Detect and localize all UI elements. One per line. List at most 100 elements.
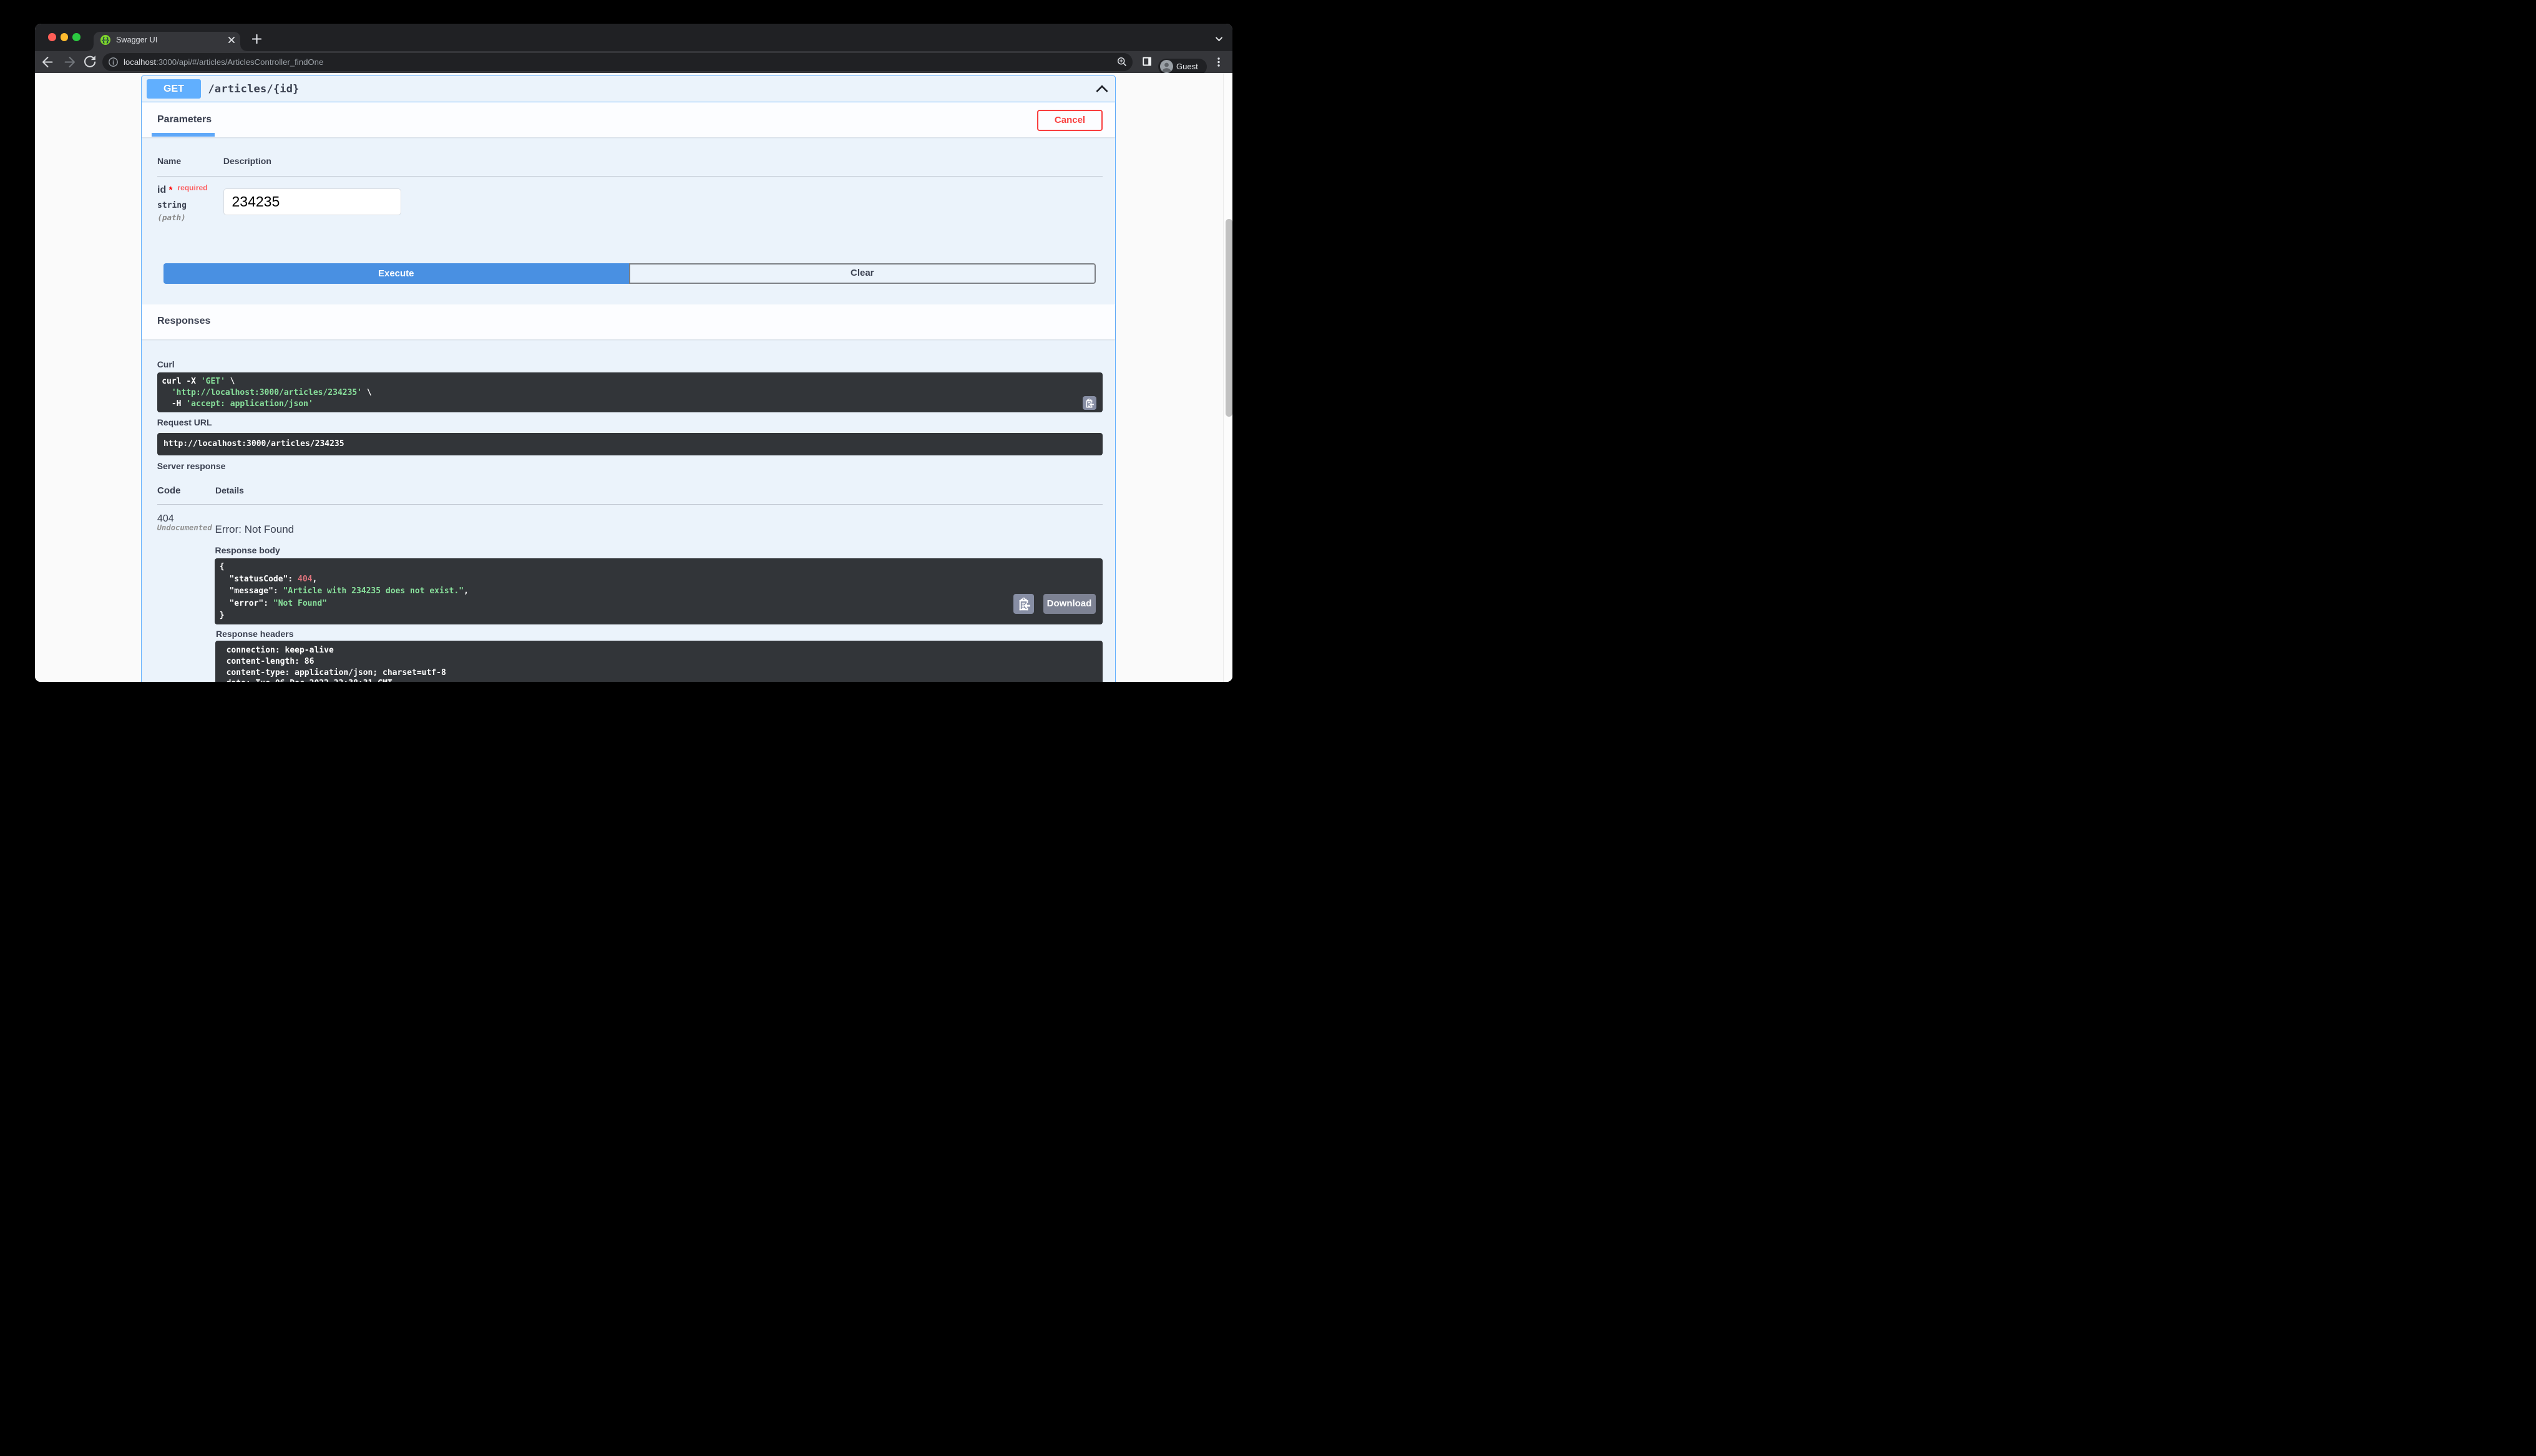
site-info-icon[interactable]: [109, 57, 118, 67]
code-segment-string: "Not Found": [273, 598, 327, 608]
responses-header: Responses: [142, 304, 1115, 339]
method-badge: GET: [147, 79, 201, 99]
response-undocumented: Undocumented: [157, 523, 212, 532]
param-type: string: [157, 200, 187, 210]
table-divider: [157, 176, 1103, 177]
guest-avatar-icon: [1159, 60, 1173, 73]
swagger-favicon-icon: { }: [100, 34, 110, 45]
svg-text:{: {: [102, 37, 105, 44]
code-segment: \: [362, 388, 372, 398]
url-text[interactable]: localhost:3000/api/#/articles/ArticlesCo…: [124, 57, 323, 67]
back-icon[interactable]: [39, 51, 56, 73]
browser-toolbar: localhost:3000/api/#/articles/ArticlesCo…: [35, 51, 1232, 75]
download-button[interactable]: Download: [1043, 594, 1096, 614]
copy-response-button[interactable]: [1013, 594, 1034, 614]
code-segment-number: 404: [298, 574, 313, 584]
copy-curl-button[interactable]: [1082, 396, 1096, 410]
code-line: date: Tue,06 Dec 2022 22:38:31 GMT: [227, 678, 1103, 682]
column-header-code: Code: [157, 485, 181, 497]
code-segment: ,: [464, 586, 469, 596]
execute-button[interactable]: Execute: [163, 263, 629, 284]
tab-close-icon[interactable]: [226, 34, 237, 46]
code-line: content-type: application/json; charset=…: [226, 667, 446, 677]
url-bar[interactable]: localhost:3000/api/#/articles/ArticlesCo…: [102, 52, 1133, 71]
code-line: "statusCode": 404,: [220, 573, 1103, 586]
reload-icon[interactable]: [81, 51, 99, 73]
code-segment: "statusCode":: [219, 574, 298, 584]
column-header-description: Description: [223, 156, 271, 167]
code-segment: "error":: [219, 598, 273, 608]
response-body-block: { "statusCode": 404, "message": "Article…: [215, 558, 1103, 625]
scrollbar-thumb[interactable]: [1225, 219, 1232, 417]
tab-parameters[interactable]: Parameters: [157, 114, 212, 125]
url-path: :3000/api/#/articles/ArticlesController_…: [156, 57, 324, 67]
curl-label: Curl: [157, 359, 175, 369]
profile-chip[interactable]: Guest: [1158, 58, 1207, 75]
param-location: (path): [157, 212, 186, 222]
forward-icon[interactable]: [61, 51, 79, 73]
macos-minimize-button[interactable]: [60, 33, 68, 41]
code-segment: curl -X: [162, 377, 201, 387]
person-icon: [1162, 62, 1171, 72]
response-table-divider: [157, 503, 1103, 505]
code-line: connection: keep-alive: [226, 646, 334, 656]
response-headers-label: Response headers: [216, 628, 294, 639]
response-headers-block: connection: keep-alive content-length: 86…: [215, 641, 1103, 682]
page-scrollbar[interactable]: [1223, 73, 1232, 682]
required-star: *: [168, 185, 173, 195]
profile-label: Guest: [1176, 62, 1198, 71]
collapse-chevron-icon[interactable]: [1095, 84, 1109, 93]
code-line: }: [220, 609, 1103, 622]
code-segment: -H: [162, 399, 187, 409]
operation-path: /articles/{id}: [208, 83, 300, 96]
new-tab-icon[interactable]: [252, 34, 261, 44]
browser-menu-icon[interactable]: [1215, 57, 1222, 67]
macos-close-button[interactable]: [48, 33, 56, 41]
column-header-details: Details: [215, 485, 244, 495]
tab-search-chevron-icon[interactable]: [1216, 37, 1223, 42]
code-segment: {: [219, 562, 225, 572]
request-url-label: Request URL: [157, 417, 212, 428]
code-segment-string: 'http://localhost:3000/articles/234235': [171, 388, 363, 398]
response-body-label: Response body: [215, 545, 280, 555]
code-line: 'http://localhost:3000/articles/234235' …: [162, 387, 1103, 399]
svg-text:}: }: [106, 37, 110, 44]
code-segment: }: [219, 611, 225, 621]
response-status-code: 404: [157, 513, 174, 524]
code-line: {: [220, 561, 1103, 573]
code-line: "message": "Article with 234235 does not…: [220, 585, 1103, 598]
clear-button[interactable]: Clear: [629, 263, 1096, 284]
clipboard-copy-icon: [1019, 597, 1030, 610]
parameters-active-underline: [151, 133, 215, 137]
zoom-indicator-icon[interactable]: [1117, 57, 1127, 67]
param-name-text: id: [157, 185, 167, 195]
response-error-text: Error: Not Found: [215, 523, 295, 536]
side-panel-icon[interactable]: [1142, 57, 1152, 66]
param-id-input[interactable]: [223, 188, 401, 215]
parameters-header: Parameters Cancel: [142, 102, 1115, 137]
tab-strip: { } Swagger UI: [35, 24, 1232, 51]
curl-code-block: curl -X 'GET' \ 'http://localhost:3000/a…: [157, 372, 1103, 413]
browser-tab[interactable]: { } Swagger UI: [87, 31, 246, 51]
code-segment-string: 'GET': [200, 377, 225, 387]
request-url-block: http://localhost:3000/articles/234235: [157, 433, 1103, 455]
code-segment: "message":: [219, 586, 283, 596]
code-segment-string: 'accept: application/json': [186, 399, 313, 409]
param-name: id *: [157, 185, 173, 195]
code-line: -H 'accept: application/json': [162, 399, 1103, 410]
clipboard-copy-icon: [1086, 398, 1095, 408]
macos-fullscreen-button[interactable]: [72, 33, 80, 41]
code-line: content-length: 86: [226, 656, 315, 666]
tab-title: Swagger UI: [116, 36, 158, 44]
code-line: "error": "Not Found": [220, 598, 1103, 610]
cancel-button[interactable]: Cancel: [1037, 109, 1103, 131]
param-required-label: required: [177, 183, 208, 192]
code-segment: \: [225, 377, 235, 387]
browser-window: { } Swagger UI localhost:3000/api/#/arti…: [35, 24, 1232, 682]
code-segment-string: "Article with 234235 does not exist.": [283, 586, 464, 596]
url-host: localhost: [124, 57, 157, 67]
opblock-summary[interactable]: GET /articles/{id}: [142, 76, 1115, 102]
code-segment: ,: [312, 574, 318, 584]
responses-title: Responses: [157, 316, 211, 327]
